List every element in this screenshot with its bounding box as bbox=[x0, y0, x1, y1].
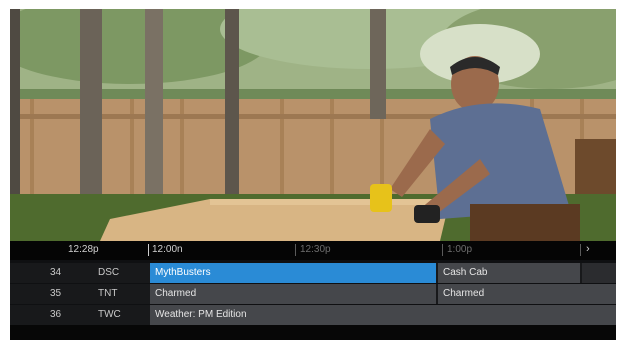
channel-number: 36 bbox=[50, 309, 62, 320]
program-cell[interactable]: Cash Cab bbox=[438, 263, 580, 283]
time-slot-1: 12:00n bbox=[152, 244, 183, 255]
program-cell[interactable]: MythBusters bbox=[150, 263, 436, 283]
time-divider bbox=[442, 244, 443, 256]
guide-footer bbox=[10, 325, 616, 340]
channel-callsign: TNT bbox=[98, 288, 118, 299]
program-guide: 12:28p 12:00n 12:30p 1:00p › 34 DSC Myth… bbox=[10, 241, 616, 340]
video-scene bbox=[10, 9, 616, 241]
tv-screen: 12:28p 12:00n 12:30p 1:00p › 34 DSC Myth… bbox=[10, 9, 616, 340]
channel-number: 34 bbox=[50, 267, 62, 278]
channel-row[interactable]: 34 DSC MythBusters Cash Cab bbox=[10, 263, 616, 283]
channel-row[interactable]: 36 TWC Weather: PM Edition bbox=[10, 305, 616, 325]
program-cell[interactable]: Weather: PM Edition bbox=[150, 305, 616, 325]
program-cell[interactable]: Charmed bbox=[438, 284, 616, 304]
chevron-right-icon[interactable]: › bbox=[586, 243, 590, 255]
time-divider bbox=[580, 244, 581, 256]
time-slot-2: 12:30p bbox=[300, 244, 331, 255]
channel-callsign: DSC bbox=[98, 267, 120, 278]
channel-callsign: TWC bbox=[98, 309, 121, 320]
program-cell[interactable]: Charmed bbox=[150, 284, 436, 304]
channel-row[interactable]: 35 TNT Charmed Charmed bbox=[10, 284, 616, 304]
channel-number: 35 bbox=[50, 288, 62, 299]
time-bar: 12:28p 12:00n 12:30p 1:00p › bbox=[10, 241, 616, 260]
time-slot-3: 1:00p bbox=[447, 244, 473, 255]
program-cell-overflow[interactable] bbox=[582, 263, 616, 283]
current-time: 12:28p bbox=[68, 244, 99, 255]
video-preview[interactable] bbox=[10, 9, 616, 241]
time-divider bbox=[148, 244, 149, 256]
time-divider bbox=[295, 244, 296, 256]
